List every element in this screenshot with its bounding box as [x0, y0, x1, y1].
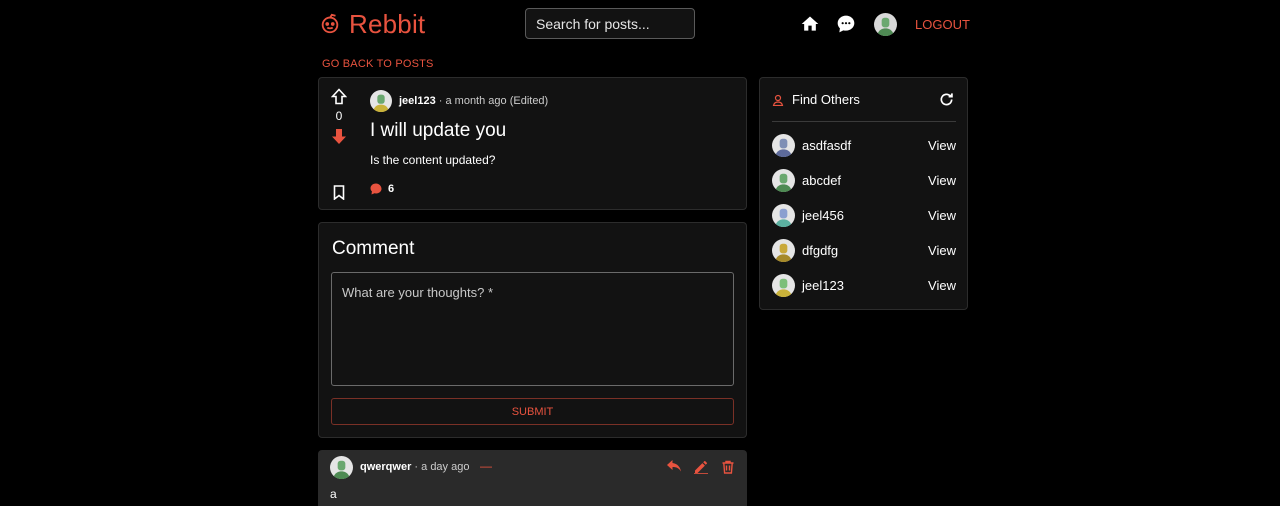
- brand-name: Rebbit: [349, 8, 426, 39]
- reddit-logo-icon: [321, 13, 339, 34]
- post-body: Is the content updated?: [370, 153, 496, 167]
- user-name: asdfasdf: [802, 137, 852, 153]
- post-title: I will update you: [370, 120, 507, 141]
- comment-heading: Comment: [332, 238, 415, 259]
- delete-icon[interactable]: [721, 460, 735, 474]
- post-author[interactable]: jeel123: [399, 95, 436, 107]
- comment-timestamp: · a day ago: [414, 461, 470, 473]
- user-name: dfgdfg: [802, 242, 839, 258]
- brand-logo[interactable]: Rebbit: [319, 9, 425, 39]
- comment-meta: qwerqwer · a day ago: [360, 461, 469, 473]
- view-user-button[interactable]: View: [928, 208, 956, 223]
- user-row: abcdef View: [772, 168, 956, 192]
- refresh-icon[interactable]: [939, 92, 954, 107]
- comment-author[interactable]: qwerqwer: [360, 461, 411, 473]
- comment-count-value: 6: [388, 183, 395, 195]
- user-avatar[interactable]: [772, 238, 795, 262]
- post-meta: jeel123 · a month ago (Edited): [399, 95, 548, 107]
- user-name: jeel456: [802, 207, 844, 223]
- back-to-posts-link[interactable]: GO BACK TO POSTS: [322, 58, 434, 70]
- post-card: 0 jeel123 · a month ago (Edited) I will …: [318, 77, 747, 210]
- comment-bubble-icon: [370, 183, 382, 195]
- user-avatar[interactable]: [772, 133, 795, 157]
- user-row: jeel456 View: [772, 203, 956, 227]
- person-icon: [772, 94, 784, 106]
- comment-count: 6: [370, 183, 394, 195]
- view-user-button[interactable]: View: [928, 278, 956, 293]
- post-timestamp: · a month ago (Edited): [438, 95, 549, 107]
- comment-form: Comment SUBMIT: [318, 222, 747, 438]
- edit-icon[interactable]: [694, 460, 708, 474]
- view-user-button[interactable]: View: [928, 243, 956, 258]
- user-avatar[interactable]: [772, 273, 795, 297]
- logout-link[interactable]: LOGOUT: [915, 17, 970, 32]
- view-user-button[interactable]: View: [928, 173, 956, 188]
- reply-icon[interactable]: [667, 460, 681, 474]
- comment-body: a: [330, 487, 337, 501]
- home-icon[interactable]: [800, 14, 820, 34]
- user-name: jeel123: [802, 277, 844, 293]
- user-name: abcdef: [802, 172, 842, 188]
- submit-button[interactable]: SUBMIT: [331, 398, 734, 425]
- user-avatar[interactable]: [772, 203, 795, 227]
- user-row: jeel123 View: [772, 273, 956, 297]
- vote-count: 0: [335, 109, 343, 123]
- upvote-icon[interactable]: [331, 88, 347, 105]
- user-row: dfgdfg View: [772, 238, 956, 262]
- find-others-panel: Find Others asdfasdf View abcdef View je…: [759, 77, 968, 310]
- user-avatar[interactable]: [772, 168, 795, 192]
- comment-author-avatar[interactable]: [330, 456, 353, 479]
- comment-item: qwerqwer · a day ago — a: [318, 450, 747, 506]
- find-others-header: Find Others: [772, 92, 860, 107]
- user-row: asdfasdf View: [772, 133, 956, 157]
- vote-column: 0: [331, 88, 347, 145]
- downvote-icon[interactable]: [331, 128, 347, 145]
- search-input[interactable]: [525, 8, 695, 39]
- divider: [772, 121, 956, 122]
- collapse-toggle[interactable]: —: [480, 459, 492, 473]
- bookmark-icon[interactable]: [333, 185, 345, 200]
- find-others-title: Find Others: [792, 92, 860, 107]
- author-avatar[interactable]: [370, 90, 392, 112]
- comment-textarea[interactable]: [331, 272, 734, 386]
- comment-actions: [667, 460, 735, 474]
- view-user-button[interactable]: View: [928, 138, 956, 153]
- chat-icon[interactable]: [836, 14, 856, 34]
- avatar[interactable]: [874, 13, 897, 37]
